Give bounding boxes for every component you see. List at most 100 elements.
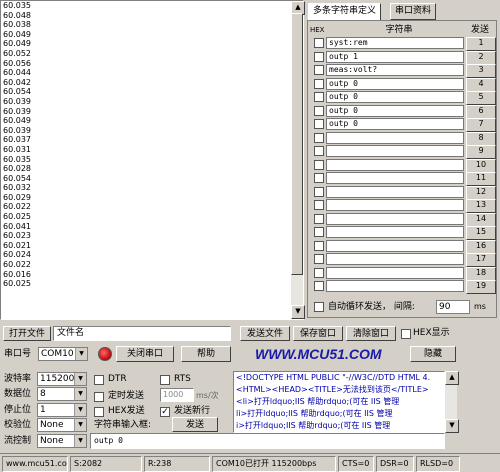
- tab-multi-string[interactable]: 多条字符串定义: [308, 3, 382, 20]
- receive-log[interactable]: 60.035 60.048 60.038 60.049 60.049 60.052 60.0…: [0, 0, 304, 320]
- rts-checkbox[interactable]: [160, 375, 170, 385]
- row-string-input[interactable]: outp 0: [326, 118, 464, 130]
- row-string-input[interactable]: [326, 212, 464, 225]
- status-dsr: DSR=0: [376, 456, 414, 472]
- dtr-checkbox[interactable]: [94, 375, 104, 385]
- row-hex-checkbox[interactable]: [314, 105, 324, 116]
- string-row: outp 12: [308, 50, 496, 65]
- baud-select[interactable]: 115200 ▼: [37, 372, 87, 386]
- row-string-input[interactable]: [326, 280, 464, 292]
- row-hex-checkbox[interactable]: [314, 227, 324, 237]
- tab-serial-info[interactable]: 串口资料: [390, 3, 437, 20]
- timed-send-checkbox[interactable]: [94, 392, 104, 402]
- auto-cycle-checkbox[interactable]: [314, 302, 324, 312]
- save-window-button[interactable]: 保存窗口: [293, 326, 343, 341]
- row-send-button[interactable]: 3: [466, 64, 496, 78]
- log-line: 60.048: [3, 10, 31, 20]
- row-string-input[interactable]: outp 0: [326, 77, 464, 90]
- row-string-input[interactable]: [326, 199, 464, 211]
- row-string-input[interactable]: [326, 172, 464, 184]
- parity-select[interactable]: None ▼: [37, 418, 87, 432]
- row-send-button[interactable]: 19: [466, 280, 496, 294]
- scroll-down-button[interactable]: ▼: [445, 419, 459, 433]
- row-send-button[interactable]: 13: [466, 199, 496, 213]
- interval-input[interactable]: 90: [436, 300, 470, 314]
- period-input[interactable]: 1000: [160, 388, 194, 402]
- hide-button[interactable]: 隐藏: [410, 346, 456, 362]
- row-hex-checkbox[interactable]: [314, 267, 324, 278]
- row-hex-checkbox[interactable]: [314, 78, 324, 89]
- row-string-input[interactable]: outp 0: [326, 104, 464, 117]
- row-send-button[interactable]: 16: [466, 239, 496, 254]
- row-hex-checkbox[interactable]: [314, 51, 324, 62]
- row-hex-checkbox[interactable]: [314, 213, 324, 224]
- flow-control-select[interactable]: None ▼: [37, 434, 87, 448]
- row-send-button[interactable]: 4: [466, 77, 496, 92]
- row-string-input[interactable]: outp 1: [326, 50, 464, 63]
- row-send-button[interactable]: 10: [466, 158, 496, 173]
- stop-bits-select[interactable]: 1 ▼: [37, 403, 87, 417]
- row-string-input[interactable]: [326, 253, 464, 265]
- row-string-input[interactable]: syst:rem: [326, 37, 464, 49]
- file-name-input[interactable]: 文件名: [53, 326, 231, 341]
- receive-log-scrollbar[interactable]: ▲ ▼: [291, 1, 305, 319]
- row-hex-checkbox[interactable]: [314, 38, 324, 48]
- hex-send-checkbox[interactable]: [94, 407, 104, 417]
- row-string-input[interactable]: [326, 131, 464, 144]
- row-string-input[interactable]: outp 0: [326, 91, 464, 103]
- html-preview-box[interactable]: <!DOCTYPE HTML PUBLIC "-//W3C//DTD HTML …: [233, 371, 445, 433]
- row-hex-checkbox[interactable]: [314, 281, 324, 291]
- send-button[interactable]: 发送: [172, 417, 218, 432]
- clear-window-button[interactable]: 清除窗口: [346, 326, 396, 341]
- row-string-input[interactable]: meas:volt?: [326, 64, 464, 76]
- send-newline-checkbox[interactable]: ✓: [160, 407, 170, 417]
- row-send-button[interactable]: 14: [466, 212, 496, 227]
- log-line: 60.025: [3, 212, 31, 222]
- row-string-input[interactable]: [326, 226, 464, 238]
- row-string-input[interactable]: [326, 145, 464, 157]
- scroll-thumb[interactable]: [291, 13, 303, 275]
- scroll-up-button[interactable]: ▲: [445, 371, 459, 385]
- row-hex-checkbox[interactable]: [314, 186, 324, 197]
- row-string-input[interactable]: [326, 239, 464, 252]
- row-send-button[interactable]: 1: [466, 37, 496, 51]
- row-hex-checkbox[interactable]: [314, 92, 324, 102]
- port-select[interactable]: COM10 ▼: [38, 347, 88, 361]
- row-hex-checkbox[interactable]: [314, 254, 324, 264]
- port-select-value: COM10: [41, 349, 74, 359]
- row-string-input[interactable]: [326, 266, 464, 279]
- scroll-down-button[interactable]: ▼: [291, 305, 305, 319]
- row-hex-checkbox[interactable]: [314, 132, 324, 143]
- row-hex-checkbox[interactable]: [314, 146, 324, 156]
- row-send-button[interactable]: 5: [466, 91, 496, 105]
- row-send-button[interactable]: 12: [466, 185, 496, 200]
- row-hex-checkbox[interactable]: [314, 240, 324, 251]
- row-hex-checkbox[interactable]: [314, 159, 324, 170]
- row-send-button[interactable]: 7: [466, 118, 496, 132]
- string-input[interactable]: outp 0: [90, 433, 445, 449]
- html-preview-line: i>打开ldquo;IIS 帮助rdquo;(可在 IIS 管理: [236, 421, 391, 430]
- row-hex-checkbox[interactable]: [314, 200, 324, 210]
- row-hex-checkbox[interactable]: [314, 173, 324, 183]
- status-divider: [0, 453, 500, 454]
- data-bits-select[interactable]: 8 ▼: [37, 387, 87, 401]
- row-send-button[interactable]: 15: [466, 226, 496, 240]
- close-port-button[interactable]: 关闭串口: [116, 346, 174, 362]
- row-send-button[interactable]: 9: [466, 145, 496, 159]
- row-hex-checkbox[interactable]: [314, 119, 324, 129]
- row-send-button[interactable]: 2: [466, 50, 496, 65]
- row-send-button[interactable]: 17: [466, 253, 496, 267]
- open-file-button[interactable]: 打开文件: [3, 326, 51, 341]
- row-send-button[interactable]: 6: [466, 104, 496, 119]
- send-file-button[interactable]: 发送文件: [240, 326, 290, 341]
- row-string-input[interactable]: [326, 158, 464, 171]
- row-send-button[interactable]: 18: [466, 266, 496, 281]
- row-string-input[interactable]: [326, 185, 464, 198]
- help-button[interactable]: 帮助: [181, 346, 231, 362]
- hex-display-checkbox[interactable]: [401, 329, 411, 339]
- html-preview-scrollbar[interactable]: ▲ ▼: [445, 371, 459, 433]
- row-send-button[interactable]: 11: [466, 172, 496, 186]
- log-line: 60.042: [3, 77, 31, 87]
- row-hex-checkbox[interactable]: [314, 65, 324, 75]
- row-send-button[interactable]: 8: [466, 131, 496, 146]
